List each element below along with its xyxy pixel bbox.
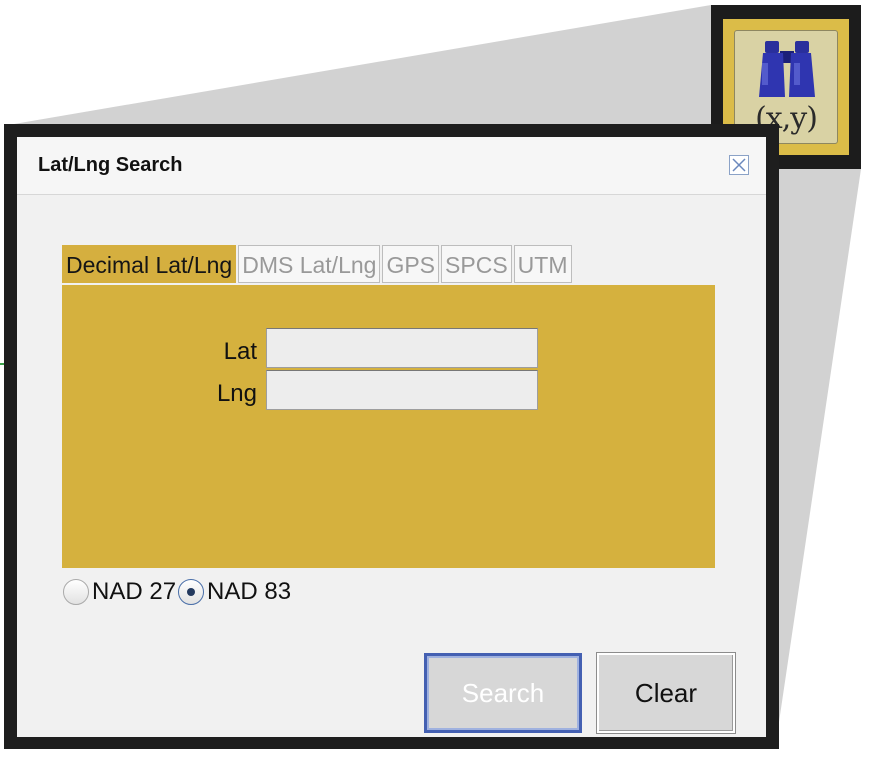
nad83-radio[interactable] bbox=[178, 579, 205, 605]
tab-spcs[interactable]: SPCS bbox=[441, 245, 512, 283]
lng-label: Lng bbox=[216, 380, 257, 407]
search-button[interactable]: Search bbox=[424, 653, 582, 733]
coordinate-format-tabs: Decimal Lat/Lng DMS Lat/Lng GPS SPCS UTM bbox=[62, 245, 574, 285]
binoculars-icon bbox=[759, 41, 815, 97]
tab-dms-latlng[interactable]: DMS Lat/Lng bbox=[238, 245, 381, 283]
dialog-titlebar: Lat/Lng Search bbox=[17, 137, 766, 195]
lat-input[interactable] bbox=[266, 328, 538, 368]
latlng-search-dialog: Lat/Lng Search Decimal Lat/Lng DMS Lat/L… bbox=[4, 124, 779, 749]
lng-input[interactable] bbox=[266, 370, 538, 410]
lat-label: Lat bbox=[223, 338, 257, 365]
nad27-label: NAD 27 bbox=[92, 578, 177, 605]
datum-radio-group: NAD 27 NAD 83 bbox=[63, 572, 293, 612]
dialog-title: Lat/Lng Search bbox=[38, 154, 183, 176]
decimal-latlng-panel: Lat Lng bbox=[62, 285, 715, 568]
tab-decimal-latlng[interactable]: Decimal Lat/Lng bbox=[62, 245, 237, 283]
tab-gps[interactable]: GPS bbox=[382, 245, 440, 283]
clear-button[interactable]: Clear bbox=[597, 653, 735, 733]
close-icon[interactable] bbox=[729, 155, 749, 175]
nad83-label: NAD 83 bbox=[207, 578, 292, 605]
nad27-radio[interactable] bbox=[63, 579, 89, 605]
tab-utm[interactable]: UTM bbox=[513, 245, 572, 283]
dialog-body: Lat/Lng Search Decimal Lat/Lng DMS Lat/L… bbox=[17, 137, 766, 737]
